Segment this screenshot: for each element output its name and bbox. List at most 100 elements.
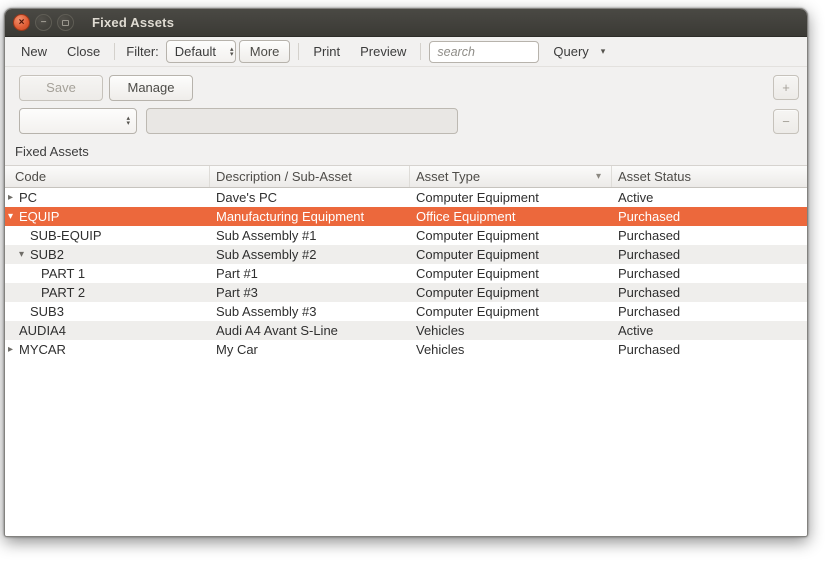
column-header-asset-type[interactable]: Asset Type ▾ bbox=[410, 166, 612, 187]
code-text: MYCAR bbox=[19, 340, 66, 359]
cell-asset-type: Computer Equipment bbox=[410, 188, 612, 207]
table-header: Code Description / Sub-Asset Asset Type … bbox=[5, 165, 807, 188]
table-row[interactable]: ▸PCDave's PCComputer EquipmentActive bbox=[5, 188, 807, 207]
cell-description: My Car bbox=[210, 340, 410, 359]
cell-code: PART 1 bbox=[5, 264, 210, 283]
window-close-button[interactable]: × bbox=[13, 14, 30, 31]
minimize-icon: − bbox=[41, 18, 47, 28]
window-minimize-button[interactable]: − bbox=[35, 14, 52, 31]
close-icon: × bbox=[19, 18, 25, 28]
column-header-code[interactable]: Code bbox=[5, 166, 210, 187]
code-text: PC bbox=[19, 188, 37, 207]
code-text: AUDIA4 bbox=[19, 321, 66, 340]
cell-asset-type: Computer Equipment bbox=[410, 283, 612, 302]
cell-asset-status: Purchased bbox=[612, 340, 807, 359]
cell-description: Sub Assembly #3 bbox=[210, 302, 410, 321]
cell-description: Manufacturing Equipment bbox=[210, 207, 410, 226]
search-input[interactable] bbox=[429, 41, 539, 63]
cell-asset-status: Purchased bbox=[612, 245, 807, 264]
fixed-assets-window: × − Fixed Assets New Close Filter: Defau… bbox=[4, 8, 808, 537]
chevron-down-icon: ▾ bbox=[601, 46, 606, 57]
filter-combobox[interactable]: Default ▴▾ bbox=[166, 40, 236, 63]
save-button[interactable]: Save bbox=[19, 75, 103, 101]
cell-asset-type: Computer Equipment bbox=[410, 264, 612, 283]
cell-code: SUB-EQUIP bbox=[5, 226, 210, 245]
toolbar-separator bbox=[298, 43, 299, 60]
plus-icon: + bbox=[782, 80, 790, 95]
expander-collapsed-icon[interactable]: ▸ bbox=[8, 188, 19, 207]
query-menu-button[interactable]: Query ▾ bbox=[553, 44, 605, 59]
toolbar-separator bbox=[114, 43, 115, 60]
code-text: PART 1 bbox=[41, 264, 85, 283]
cell-asset-status: Active bbox=[612, 321, 807, 340]
remove-row-button[interactable]: − bbox=[773, 109, 799, 134]
cell-description: Sub Assembly #1 bbox=[210, 226, 410, 245]
table-row[interactable]: PART 1 Part #1Computer EquipmentPurchased bbox=[5, 264, 807, 283]
cell-code: SUB3 bbox=[5, 302, 210, 321]
code-text: SUB2 bbox=[30, 245, 64, 264]
cell-asset-type: Vehicles bbox=[410, 321, 612, 340]
table-row[interactable]: SUB3Sub Assembly #3Computer EquipmentPur… bbox=[5, 302, 807, 321]
column-header-description[interactable]: Description / Sub-Asset bbox=[210, 166, 410, 187]
cell-code: ▾EQUIP bbox=[5, 207, 210, 226]
table-row[interactable]: ▾SUB2Sub Assembly #2Computer EquipmentPu… bbox=[5, 245, 807, 264]
cell-description: Dave's PC bbox=[210, 188, 410, 207]
window-title: Fixed Assets bbox=[92, 15, 174, 30]
table-row[interactable]: PART 2 Part #3Computer EquipmentPurchased bbox=[5, 283, 807, 302]
cell-asset-status: Purchased bbox=[612, 226, 807, 245]
cell-description: Part #1 bbox=[210, 264, 410, 283]
filter-label: Filter: bbox=[123, 44, 162, 59]
close-button[interactable]: Close bbox=[61, 42, 106, 61]
cell-code: AUDIA4 bbox=[5, 321, 210, 340]
expander-collapsed-icon[interactable]: ▸ bbox=[8, 340, 19, 359]
table-row[interactable]: ▸MYCARMy CarVehiclesPurchased bbox=[5, 340, 807, 359]
table-row[interactable]: AUDIA4 Audi A4 Avant S-LineVehiclesActive bbox=[5, 321, 807, 340]
window-maximize-button[interactable] bbox=[57, 14, 74, 31]
table-row[interactable]: SUB-EQUIP Sub Assembly #1Computer Equipme… bbox=[5, 226, 807, 245]
more-button[interactable]: More bbox=[239, 40, 291, 63]
manage-button[interactable]: Manage bbox=[109, 75, 193, 101]
cell-code: ▸PC bbox=[5, 188, 210, 207]
table-row[interactable]: ▾EQUIPManufacturing EquipmentOffice Equi… bbox=[5, 207, 807, 226]
column-header-asset-status[interactable]: Asset Status bbox=[612, 166, 807, 187]
add-row-button[interactable]: + bbox=[773, 75, 799, 100]
cell-asset-status: Active bbox=[612, 188, 807, 207]
query-label: Query bbox=[553, 44, 588, 59]
cell-description: Part #3 bbox=[210, 283, 410, 302]
code-text: EQUIP bbox=[19, 207, 59, 226]
table-body: ▸PCDave's PCComputer EquipmentActive▾EQU… bbox=[5, 188, 807, 536]
cell-asset-status: Purchased bbox=[612, 264, 807, 283]
cell-description: Audi A4 Avant S-Line bbox=[210, 321, 410, 340]
asset-field-combobox[interactable]: ▴▾ bbox=[19, 108, 137, 134]
cell-code: ▾SUB2 bbox=[5, 245, 210, 264]
cell-asset-type: Computer Equipment bbox=[410, 302, 612, 321]
cell-description: Sub Assembly #2 bbox=[210, 245, 410, 264]
toolbar-separator bbox=[420, 43, 421, 60]
form-area: Save Manage ▴▾ + − bbox=[5, 67, 807, 141]
cell-code: ▸MYCAR bbox=[5, 340, 210, 359]
titlebar[interactable]: × − Fixed Assets bbox=[5, 9, 807, 37]
code-text: SUB3 bbox=[30, 302, 64, 321]
code-text: SUB-EQUIP bbox=[30, 226, 102, 245]
cell-asset-type: Vehicles bbox=[410, 340, 612, 359]
new-button[interactable]: New bbox=[15, 42, 53, 61]
preview-button[interactable]: Preview bbox=[354, 42, 412, 61]
filter-value: Default bbox=[167, 44, 224, 59]
spinner-icon: ▴▾ bbox=[120, 116, 136, 126]
cell-code: PART 2 bbox=[5, 283, 210, 302]
cell-asset-status: Purchased bbox=[612, 283, 807, 302]
code-text: PART 2 bbox=[41, 283, 85, 302]
cell-asset-status: Purchased bbox=[612, 207, 807, 226]
maximize-icon bbox=[62, 20, 69, 26]
sort-descending-icon: ▾ bbox=[596, 166, 611, 187]
cell-asset-type: Computer Equipment bbox=[410, 226, 612, 245]
section-title: Fixed Assets bbox=[5, 141, 807, 165]
asset-value-entry[interactable] bbox=[146, 108, 458, 134]
spinner-icon: ▴▾ bbox=[224, 47, 240, 57]
expander-expanded-icon[interactable]: ▾ bbox=[8, 207, 19, 226]
expander-expanded-icon[interactable]: ▾ bbox=[19, 245, 30, 264]
cell-asset-type: Office Equipment bbox=[410, 207, 612, 226]
minus-icon: − bbox=[782, 114, 790, 129]
print-button[interactable]: Print bbox=[307, 42, 346, 61]
cell-asset-type: Computer Equipment bbox=[410, 245, 612, 264]
